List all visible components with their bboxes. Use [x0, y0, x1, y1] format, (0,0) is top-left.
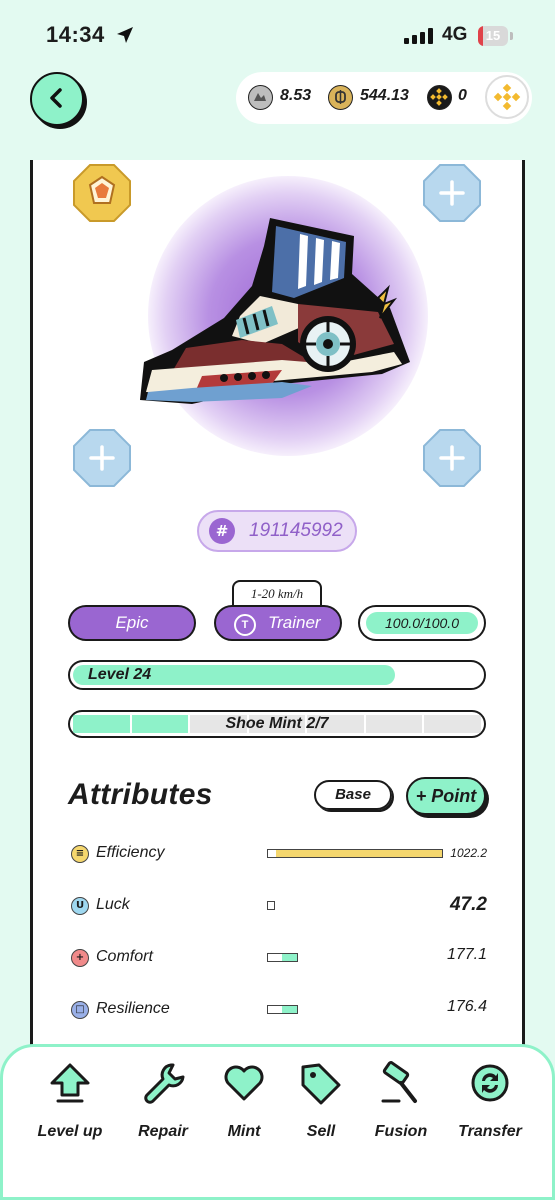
comfort-icon: + [71, 949, 89, 967]
chain-switch-button[interactable] [485, 75, 529, 119]
sell-button[interactable]: Sell [276, 1061, 366, 1141]
shoe-type-badge: T Trainer [214, 605, 342, 641]
trainer-icon: T [234, 614, 256, 636]
location-arrow-icon [117, 27, 133, 43]
battery-tip [510, 32, 513, 40]
attribute-bar [267, 1005, 298, 1014]
chevron-left-icon [50, 88, 62, 108]
bnb-token-icon [427, 85, 452, 110]
battery-icon: 15 [478, 26, 508, 46]
level-up-icon [50, 1063, 90, 1103]
nav-label-fusion: Fusion [374, 1123, 428, 1140]
back-button[interactable] [30, 72, 84, 126]
resilience-icon: □ [71, 1001, 89, 1019]
attribute-bar [267, 849, 443, 858]
efficiency-icon: ≡ [71, 845, 89, 863]
rarity-badge: Epic [68, 605, 196, 641]
shoe-mint-bar: Shoe Mint 2/7 [68, 710, 486, 738]
repair-button[interactable]: Repair [118, 1061, 208, 1141]
attribute-value: 1022.2 [450, 846, 487, 860]
sell-icon [301, 1063, 341, 1105]
gst-balance: 8.53 [280, 87, 312, 104]
base-button[interactable]: Base [314, 780, 392, 810]
nav-label-repair: Repair [138, 1123, 188, 1140]
sneaker-image [140, 218, 410, 404]
nav-label-sell: Sell [306, 1123, 336, 1140]
bottom-action-bar: Level up Repair Mint Sell Fusion Transfe… [0, 1044, 555, 1200]
level-bar: Level 24 [68, 660, 486, 690]
fusion-icon [381, 1061, 417, 1103]
transfer-icon [471, 1064, 509, 1102]
fusion-button[interactable]: Fusion [356, 1061, 446, 1141]
bnb-balance: 0 [458, 87, 467, 104]
socket-add-bottom-right[interactable] [422, 428, 482, 488]
attribute-bar-fill [276, 850, 442, 857]
socket-add-top-right[interactable] [422, 163, 482, 223]
level-label: Level 24 [88, 666, 152, 683]
gmt-token-icon [328, 85, 353, 110]
repair-icon [144, 1063, 185, 1104]
signal-icon [404, 28, 434, 44]
status-time: 14:34 [46, 22, 105, 47]
attribute-bar-fill [282, 1006, 297, 1013]
nav-label-level-up: Level up [37, 1123, 103, 1140]
durability-value: 100.0/100.0 [366, 612, 478, 634]
add-point-button[interactable]: + Point [406, 777, 486, 815]
attribute-name: Comfort [96, 948, 153, 965]
attribute-value: 47.2 [450, 894, 487, 915]
gst-token-icon [248, 85, 273, 110]
shoe-id-badge: # 191145992 [197, 510, 357, 552]
attribute-name: Luck [96, 896, 130, 913]
shoe-mint-label: Shoe Mint 2/7 [225, 715, 329, 732]
shoe-type: Trainer [268, 613, 321, 632]
level-up-button[interactable]: Level up [25, 1061, 115, 1141]
attribute-bar-fill [282, 954, 297, 961]
attribute-name: Resilience [96, 1000, 170, 1017]
attribute-value: 176.4 [446, 998, 487, 1015]
gmt-balance: 544.13 [360, 87, 409, 104]
socket-add-bottom-left[interactable] [72, 428, 132, 488]
battery-level: 15 [485, 28, 501, 43]
attribute-name: Efficiency [96, 844, 165, 861]
attribute-value: 177.1 [446, 946, 487, 963]
luck-icon: U [71, 897, 89, 915]
attribute-bar [267, 901, 275, 910]
speed-range: 1-20 km/h [232, 580, 322, 606]
attributes-title: Attributes [68, 778, 213, 811]
wallet-balance[interactable]: 8.53 544.13 0 [236, 72, 532, 124]
mint-icon [224, 1065, 264, 1101]
hash-icon: # [209, 518, 235, 544]
shoe-id: 191145992 [249, 520, 343, 541]
nav-label-transfer: Transfer [458, 1123, 522, 1140]
attribute-bar [267, 953, 298, 962]
transfer-button[interactable]: Transfer [445, 1061, 535, 1141]
network-type: 4G [442, 24, 468, 45]
bnb-chain-icon [493, 83, 521, 111]
gem-slot-filled[interactable] [72, 163, 132, 223]
durability-badge: 100.0/100.0 [358, 605, 486, 641]
